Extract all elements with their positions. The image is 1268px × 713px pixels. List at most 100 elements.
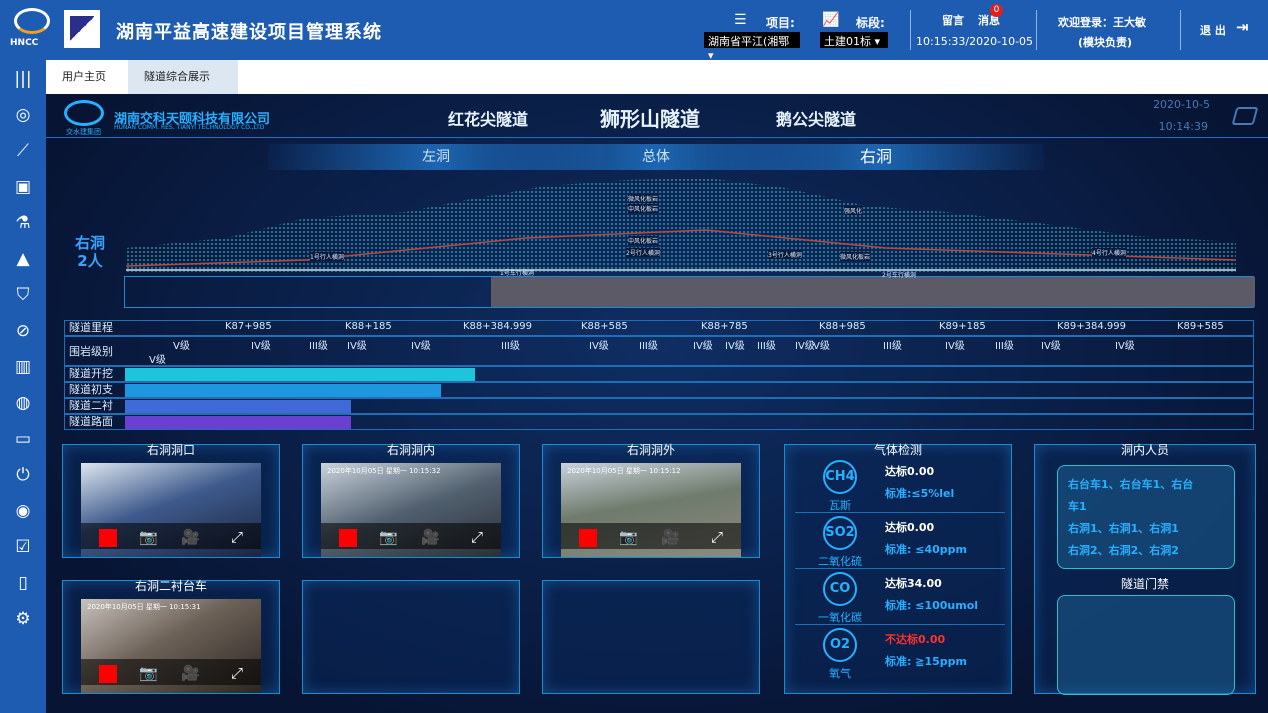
- progress-pavement: [125, 416, 351, 429]
- personnel-list: 右台车1、右台车1、右台 车1 右洞1、右洞1、右洞1 右洞2、右洞2、右洞2: [1057, 465, 1235, 569]
- shield-icon[interactable]: ⛉: [12, 284, 34, 306]
- gas-panel-title: 气体检测: [873, 443, 922, 457]
- gas-item-ch4: CH4 瓦斯 达标0.00 标准:≤5%lel: [795, 457, 1005, 513]
- camera-controls: 📷 🎥 ⤢: [81, 659, 261, 685]
- segment-right-tunnel[interactable]: 右洞: [708, 144, 1044, 170]
- video-icon[interactable]: 🎥: [181, 664, 200, 682]
- dashboard-time: 10:14:39: [1158, 120, 1208, 133]
- chart-icon[interactable]: ⟋: [12, 140, 34, 162]
- menu-icon[interactable]: |||: [12, 68, 34, 90]
- progress-secondary-lining: [125, 400, 351, 413]
- logout-icon[interactable]: ⇥: [1236, 18, 1249, 36]
- section-icon: 📈: [822, 12, 840, 28]
- right-tunnel-label: 右洞 2人: [74, 234, 105, 270]
- mileage-cell: K88+384.999: [463, 321, 533, 332]
- gear-icon[interactable]: ⚙: [12, 608, 34, 630]
- video-icon[interactable]: 🎥: [661, 528, 680, 546]
- empty-camera-panel: [542, 580, 760, 694]
- grade-cell: III级: [501, 341, 520, 352]
- grade-cell: IV级: [589, 341, 609, 352]
- record-button[interactable]: [99, 529, 117, 547]
- grade-cell: IV级: [347, 341, 367, 352]
- calendar-icon[interactable]: ☑: [12, 536, 34, 558]
- video-icon[interactable]: 🎥: [421, 528, 440, 546]
- fullscreen-icon[interactable]: ⤢: [471, 528, 483, 546]
- fullscreen-icon[interactable]: ⤢: [231, 528, 243, 546]
- tab-home[interactable]: 用户主页: [46, 60, 122, 94]
- mileage-cell: K89+185: [939, 321, 986, 332]
- switch-icon[interactable]: [1231, 107, 1259, 125]
- power-icon[interactable]: ⏻: [12, 464, 34, 486]
- company-logo: [64, 100, 104, 126]
- snapshot-icon[interactable]: 📷: [379, 528, 398, 546]
- record-button[interactable]: [99, 665, 117, 683]
- grade-cell: IV级: [251, 341, 271, 352]
- camera-title: 右洞洞外: [626, 443, 675, 457]
- video-icon[interactable]: 🎥: [181, 528, 200, 546]
- gas-item-co: CO 一氧化碳 达标34.00 标准: ≤100umol: [795, 569, 1005, 625]
- history-icon[interactable]: ▣: [12, 176, 34, 198]
- device-icon[interactable]: ▯: [12, 572, 34, 594]
- globe-icon[interactable]: ◍: [12, 392, 34, 414]
- tunnel-tab-honghuajian[interactable]: 红花尖隧道: [448, 106, 528, 130]
- building-icon[interactable]: ▲: [12, 248, 34, 270]
- tab-tunnel-overview[interactable]: 隧道综合展示: [128, 60, 238, 94]
- dashboard-header: 交水建集团 湖南交科天颐科技有限公司 HUNAN COMM. RES. TIAN…: [46, 94, 1268, 138]
- grade-cell: IV级: [795, 341, 815, 352]
- grade-cell: IV级: [1041, 341, 1061, 352]
- grade-cell: III级: [995, 341, 1014, 352]
- leaf-icon[interactable]: ⊘: [12, 320, 34, 342]
- top-bar: HNCC 湖南平益高速建设项目管理系统 ☰ 项目: 湖南省平江(湘鄂 ▾ 📈 标…: [0, 0, 1268, 62]
- grade-cell: III级: [309, 341, 328, 352]
- camera-title: 右洞洞口: [146, 443, 195, 457]
- brand-logo: [64, 10, 100, 48]
- clock: 10:15:33/2020-10-05: [916, 35, 1034, 48]
- grade-cell: V级: [813, 341, 830, 352]
- mileage-cell: K88+185: [345, 321, 392, 332]
- tunnel-tab-egongjian[interactable]: 鹅公尖隧道: [776, 106, 856, 130]
- hncc-logo: HNCC: [6, 6, 58, 52]
- row-pavement: 隧道路面: [64, 414, 1254, 430]
- camera-panel: 右洞洞口 📷 🎥 ⤢: [62, 443, 280, 558]
- logout-button[interactable]: 退 出: [1200, 22, 1226, 38]
- so2-icon: SO2: [823, 516, 857, 550]
- gas-standard: 标准: ≧15ppm: [885, 655, 967, 668]
- tunnel-tab-shixingshan[interactable]: 狮形山隧道: [600, 103, 700, 132]
- group-name: 交水建集团: [66, 128, 101, 136]
- row-primary-support: 隧道初支: [64, 382, 1254, 398]
- app-title: 湖南平益高速建设项目管理系统: [116, 22, 382, 43]
- bar-chart-icon[interactable]: ▥: [12, 356, 34, 378]
- gas-name: 一氧化碳: [818, 611, 862, 624]
- fullscreen-icon[interactable]: ⤢: [711, 528, 723, 546]
- camera-panel: 右洞洞内 2020年10月05日 星期一 10:15:32 📷 🎥 ⤢: [302, 443, 520, 558]
- monitor-icon[interactable]: ▭: [12, 428, 34, 450]
- gas-value: 达标0.00: [885, 521, 935, 534]
- mileage-cell: K87+985: [225, 321, 272, 332]
- personnel-panel: 洞内人员 右台车1、右台车1、右台 车1 右洞1、右洞1、右洞1 右洞2、右洞2…: [1034, 443, 1256, 695]
- snapshot-icon[interactable]: 📷: [139, 528, 158, 546]
- dashboard-icon[interactable]: ◎: [12, 104, 34, 126]
- fullscreen-icon[interactable]: ⤢: [231, 664, 243, 682]
- snapshot-icon[interactable]: 📷: [139, 664, 158, 682]
- flask-icon[interactable]: ⚗: [12, 212, 34, 234]
- message-link[interactable]: 留言: [942, 12, 964, 28]
- progress-primary-support: [125, 384, 441, 397]
- grade-cell: IV级: [1115, 341, 1135, 352]
- grade-cell: V级: [173, 341, 190, 352]
- location-icon[interactable]: ◉: [12, 500, 34, 522]
- grade-cell: III级: [639, 341, 658, 352]
- gas-name: 二氧化硫: [818, 555, 862, 568]
- camera-controls: 📷 🎥 ⤢: [81, 523, 261, 549]
- o2-icon: O2: [823, 628, 857, 662]
- gas-item-o2: O2 氧气 不达标0.00 标准: ≧15ppm: [795, 625, 1005, 681]
- grade-cell: V级: [149, 355, 166, 366]
- project-select[interactable]: 湖南省平江(湘鄂 ▾: [704, 32, 800, 62]
- record-button[interactable]: [579, 529, 597, 547]
- excavation-bar: [124, 276, 1255, 308]
- co-icon: CO: [823, 572, 857, 606]
- record-button[interactable]: [339, 529, 357, 547]
- grade-cell: IV级: [725, 341, 745, 352]
- gas-value: 达标34.00: [885, 577, 942, 590]
- section-select[interactable]: 土建01标 ▾: [820, 32, 888, 48]
- snapshot-icon[interactable]: 📷: [619, 528, 638, 546]
